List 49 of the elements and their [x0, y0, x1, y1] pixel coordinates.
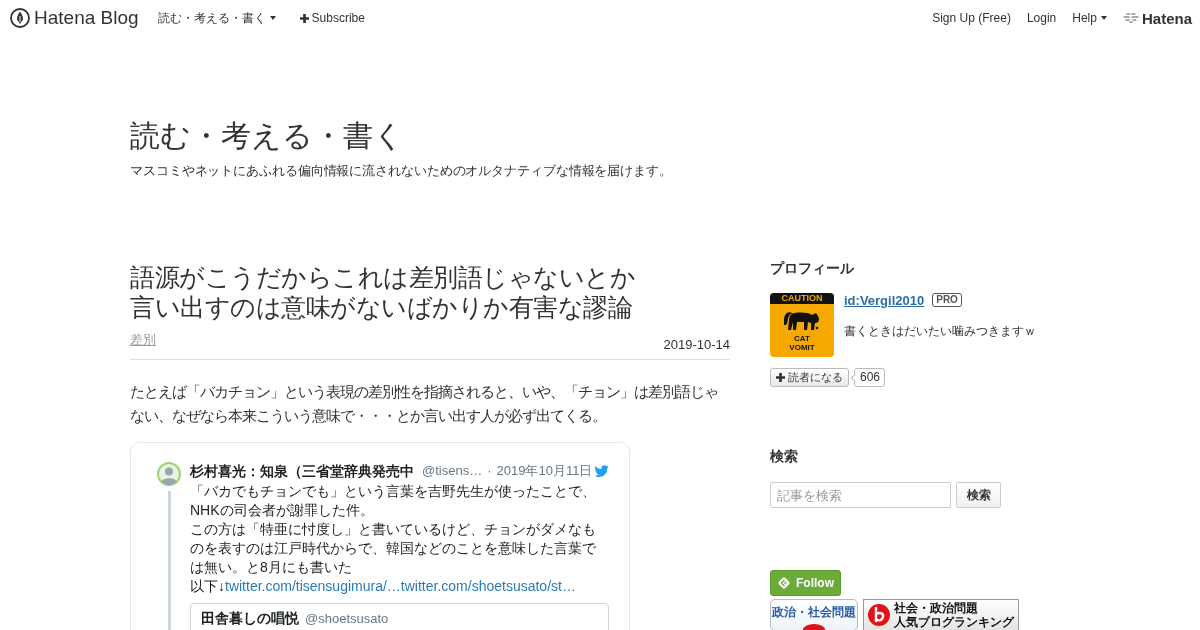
search-button[interactable]: 検索	[956, 482, 1001, 508]
tweet-text: この方は「特亜に忖度し」と書いているけど、チョンがダメなものを表すのは江戸時代からで、韓国などのことを意味した言葉では無い。と8月にも書いた	[190, 520, 597, 577]
caution-label: CAUTION	[770, 293, 834, 304]
plus-icon	[299, 13, 309, 23]
plus-icon	[776, 373, 785, 382]
tweet-handle[interactable]: @tisens…	[422, 462, 483, 480]
avatar-icon	[157, 462, 181, 486]
separator-dot: ·	[487, 462, 492, 480]
category-banner[interactable]: 政治・社会問題	[770, 599, 858, 630]
quoted-handle: @shoetsusato	[305, 611, 389, 626]
tweet-link[interactable]: twitter.com/tisensugimura/…	[225, 578, 401, 594]
tweet-text: 以下↓twitter.com/tisensugimura/…twitter.com/shoetsusato/st…	[190, 577, 577, 596]
blog-menu[interactable]: 読む・考える・書く	[157, 10, 276, 26]
search-field[interactable]: 記事を検索	[770, 482, 951, 508]
article-title[interactable]: 語源がこうだからこれは差別語じゃないとか	[130, 262, 635, 292]
article-title[interactable]: 言い出すのは意味がないばかりか有害な謬論	[130, 292, 632, 322]
dashes-icon	[1122, 13, 1139, 23]
pro-badge: PRO	[932, 293, 962, 307]
blog-title[interactable]: 読む・考える・書く	[130, 117, 404, 155]
subscribe-link[interactable]: Subscribe	[299, 10, 365, 26]
logo-icon	[867, 603, 891, 627]
post-date: 2019-10-14	[663, 337, 730, 353]
section-heading: プロフィール	[770, 259, 854, 277]
tweet-date[interactable]: 2019年10月11日	[496, 462, 593, 480]
section-heading: 検索	[770, 447, 798, 465]
bird-icon[interactable]	[594, 464, 609, 478]
blog-logo[interactable]: Hatena Blog	[10, 7, 139, 29]
ranking-banner[interactable]: 社会・政治問題 人気ブログランキング	[863, 599, 1019, 630]
user-id-link[interactable]: id:Vergil2010	[844, 292, 925, 308]
subscriber-count: 606	[850, 368, 886, 387]
nav-link[interactable]: Sign Up (Free)	[932, 10, 1011, 26]
caret-icon	[1100, 16, 1107, 20]
profile-bio: 書くときはだいたい噛みつきますｗ	[844, 323, 1036, 339]
quoted-author: 田舎暮しの唱悦	[201, 610, 299, 626]
caret-icon	[269, 16, 276, 20]
pen-nib-icon	[10, 8, 30, 28]
tweet-author[interactable]: 杉村喜光：知泉（三省堂辞典発売中	[190, 462, 414, 480]
blog-description: マスコミやネットにあふれる偏向情報に流されないためのオルタナティブな情報を届けます。	[130, 163, 672, 180]
tweet-text: 「バカでもチョンでも」という言葉を吉野先生が使ったことで、 NHKの司会者が謝罪した件。	[190, 482, 597, 520]
cat-vomit-label: CAT VOMIT	[789, 334, 815, 352]
tweet-link[interactable]: twitter.com/shoetsusato/st…	[400, 578, 576, 594]
quoted-tweet[interactable]: 田舎暮しの唱悦 @shoetsusato	[190, 603, 609, 630]
hatena-logo[interactable]: Hatena	[1122, 9, 1192, 27]
subscribe-button[interactable]: 読者になる	[770, 368, 849, 387]
profile-image[interactable]: CAUTION CAT VOMIT	[770, 293, 834, 357]
nav-link[interactable]: Login	[1026, 10, 1057, 26]
diamond-icon	[777, 576, 791, 590]
help-menu[interactable]: Help	[1072, 10, 1107, 26]
article-paragraph: たとえば「バカチョン」という表現の差別性を指摘されると、いや、「チョン」は差別語じゃない、なぜなら本来こういう意味で・・・とか言い出す人が必ず出てくる。	[130, 382, 719, 426]
